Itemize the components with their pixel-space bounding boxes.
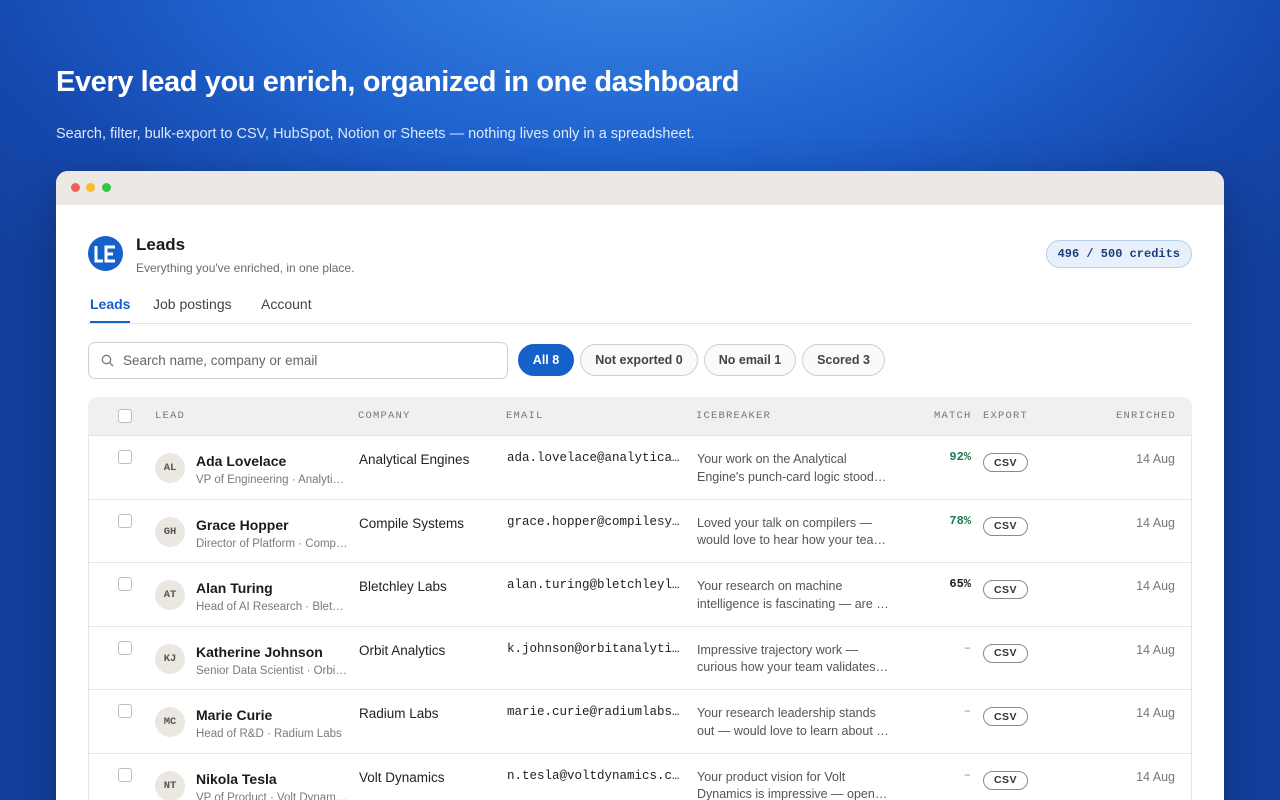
minimize-window-button[interactable]: [86, 183, 95, 192]
lead-company: Orbit Analytics: [359, 642, 446, 658]
select-all-checkbox[interactable]: [118, 409, 132, 423]
export-csv-badge[interactable]: CSV: [983, 643, 1028, 663]
lead-title: VP of Product · Volt Dynamics: [196, 791, 348, 800]
lead-title: Senior Data Scientist · Orbit Analytics: [196, 664, 348, 677]
avatar: KJ: [155, 643, 185, 674]
export-csv-badge[interactable]: CSV: [983, 580, 1028, 599]
window-titlebar: [56, 171, 1224, 205]
match-score: 65%: [949, 577, 971, 591]
leads-table: LEAD COMPANY EMAIL ICEBREAKER MATCH EXPO…: [88, 397, 1192, 800]
filter-scored[interactable]: Scored 3: [802, 344, 885, 376]
column-icebreaker[interactable]: ICEBREAKER: [696, 410, 771, 422]
lead-email: grace.hopper@compilesystems.com: [507, 514, 683, 529]
filter-all[interactable]: All 8: [518, 344, 574, 376]
lead-company: Volt Dynamics: [359, 769, 445, 785]
column-match[interactable]: MATCH: [934, 410, 972, 422]
table-row[interactable]: KJ Katherine Johnson Senior Data Scienti…: [88, 626, 1192, 690]
row-checkbox[interactable]: [118, 450, 132, 464]
lead-email: alan.turing@bletchleylabs.com: [507, 578, 683, 592]
avatar: AT: [155, 580, 185, 610]
avatar: GH: [155, 516, 185, 547]
table-header: LEAD COMPANY EMAIL ICEBREAKER MATCH EXPO…: [88, 397, 1192, 436]
export-csv-badge[interactable]: CSV: [983, 770, 1028, 790]
enriched-date: 14 Aug: [1136, 769, 1175, 784]
enriched-date: 14 Aug: [1136, 642, 1175, 657]
lead-email: ada.lovelace@analyticalengines.com: [507, 451, 683, 465]
lead-title: Head of R&D · Radium Labs: [196, 728, 342, 740]
avatar: AL: [155, 453, 185, 483]
row-checkbox[interactable]: [118, 704, 132, 718]
match-score: 92%: [949, 450, 971, 464]
lead-email: k.johnson@orbitanalytics.com: [507, 641, 683, 656]
lead-email: n.tesla@voltdynamics.com: [507, 768, 683, 783]
close-window-button[interactable]: [71, 183, 80, 192]
enriched-date: 14 Aug: [1136, 515, 1175, 530]
avatar: NT: [155, 770, 185, 800]
tab-bar: Leads Job postings Account: [88, 292, 1192, 324]
export-csv-badge[interactable]: CSV: [983, 516, 1028, 536]
match-score: –: [963, 640, 971, 655]
maximize-window-button[interactable]: [102, 183, 111, 192]
lead-company: Bletchley Labs: [359, 579, 447, 594]
avatar: MC: [155, 707, 185, 737]
lead-icebreaker: Your research leadership stands out — wou…: [697, 706, 889, 738]
lead-email: marie.curie@radiumlabs.com: [507, 705, 683, 719]
lead-icebreaker: Your research on machine intelligence is …: [697, 579, 889, 611]
table-row[interactable]: AL Ada Lovelace VP of Engineering · Anal…: [88, 436, 1192, 500]
lead-name[interactable]: Nikola Tesla: [196, 771, 277, 787]
column-lead[interactable]: LEAD: [155, 410, 185, 422]
enriched-date: 14 Aug: [1136, 452, 1175, 466]
search-box[interactable]: [88, 342, 508, 379]
lead-name[interactable]: Katherine Johnson: [196, 644, 323, 660]
app-logo: [88, 236, 123, 271]
lead-company: Analytical Engines: [359, 452, 470, 467]
search-input[interactable]: [123, 353, 483, 368]
table-row[interactable]: MC Marie Curie Head of R&D · Radium Labs…: [88, 690, 1192, 754]
lead-icebreaker: Your product vision for Volt Dynamics is …: [697, 769, 889, 800]
row-checkbox[interactable]: [118, 513, 132, 528]
tab-account[interactable]: Account: [261, 296, 312, 321]
app-window: Leads Everything you've enriched, in one…: [56, 171, 1224, 800]
lead-name[interactable]: Alan Turing: [196, 580, 273, 596]
lead-company: Compile Systems: [359, 515, 465, 531]
logo-icon: [94, 245, 115, 262]
filter-not-exported[interactable]: Not exported 0: [580, 344, 698, 376]
row-checkbox[interactable]: [118, 767, 132, 782]
column-enriched[interactable]: ENRICHED: [1116, 410, 1176, 422]
column-company[interactable]: COMPANY: [358, 410, 411, 422]
row-checkbox[interactable]: [118, 577, 132, 591]
lead-title: Head of AI Research · Bletchley Labs: [196, 601, 348, 613]
row-checkbox[interactable]: [118, 640, 132, 655]
tab-leads[interactable]: Leads: [90, 296, 131, 323]
match-score: –: [963, 704, 971, 718]
match-score: –: [963, 767, 971, 782]
page-subtitle: Everything you've enriched, in one place…: [136, 261, 355, 275]
hero-subtitle: Search, filter, bulk-export to CSV, HubS…: [56, 126, 695, 142]
filter-no-email[interactable]: No email 1: [704, 344, 796, 376]
export-csv-badge[interactable]: CSV: [983, 453, 1028, 472]
table-row[interactable]: GH Grace Hopper Director of Platform · C…: [88, 499, 1192, 563]
lead-name[interactable]: Ada Lovelace: [196, 453, 286, 469]
credits-badge: 496 / 500 credits: [1045, 240, 1192, 268]
match-score: 78%: [949, 513, 971, 528]
enriched-date: 14 Aug: [1136, 706, 1175, 720]
page-title: Leads: [136, 235, 186, 254]
lead-name[interactable]: Marie Curie: [196, 707, 272, 723]
column-export[interactable]: EXPORT: [983, 410, 1028, 422]
enriched-date: 14 Aug: [1136, 579, 1175, 593]
export-csv-badge[interactable]: CSV: [983, 707, 1028, 726]
search-icon: [101, 354, 114, 367]
column-email[interactable]: EMAIL: [506, 410, 544, 422]
table-row[interactable]: NT Nikola Tesla VP of Product · Volt Dyn…: [88, 753, 1192, 800]
lead-name[interactable]: Grace Hopper: [196, 517, 289, 533]
lead-icebreaker: Impressive trajectory work — curious how …: [697, 642, 889, 675]
tab-job-postings[interactable]: Job postings: [153, 296, 232, 321]
table-row[interactable]: AT Alan Turing Head of AI Research · Ble…: [88, 563, 1192, 627]
lead-icebreaker: Loved your talk on compilers — would love…: [697, 515, 889, 548]
lead-icebreaker: Your work on the Analytical Engine's punc…: [697, 452, 889, 484]
lead-title: VP of Engineering · Analytical Engines: [196, 474, 348, 486]
lead-company: Radium Labs: [359, 706, 439, 721]
hero-title: Every lead you enrich, organized in one …: [56, 66, 740, 98]
lead-title: Director of Platform · Compile Systems: [196, 537, 348, 550]
